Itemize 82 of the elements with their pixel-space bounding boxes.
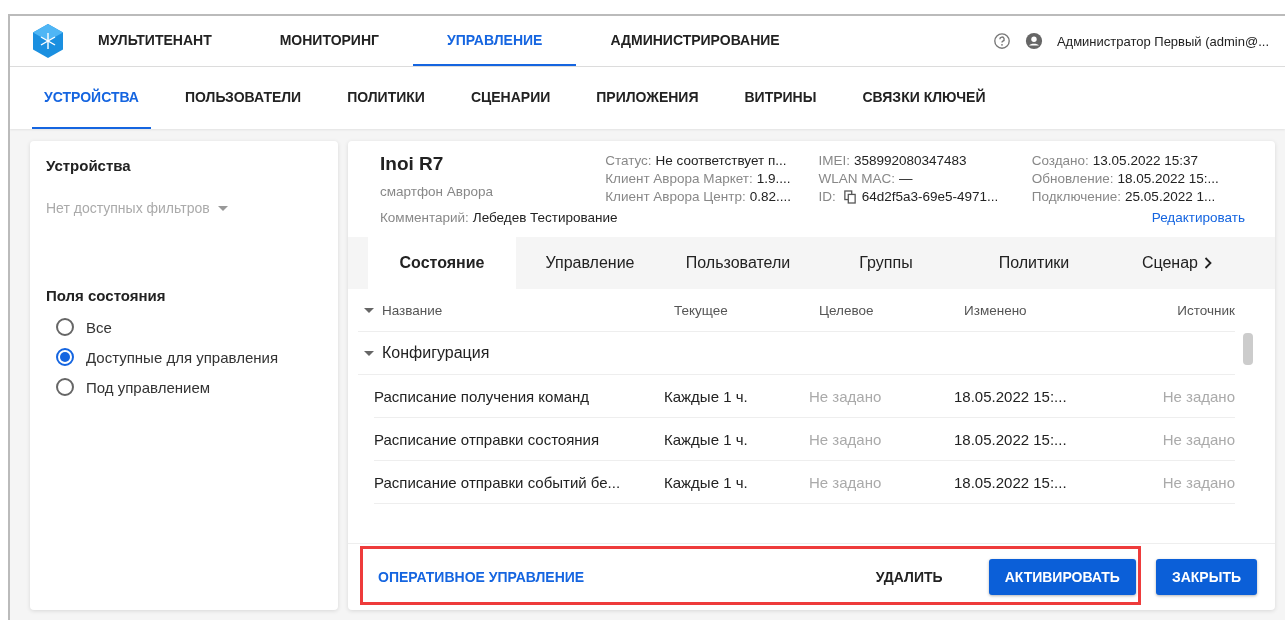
table-cell-text: Не задано [809, 430, 883, 448]
radio-label: Под управлением [86, 378, 211, 396]
section-tab[interactable]: ВИТРИНЫ [732, 67, 829, 129]
sidebar-title: Устройства [46, 157, 132, 174]
group-name: Конфигурация [382, 344, 490, 362]
caret-icon [217, 205, 228, 211]
section-tab[interactable]: СЦЕНАРИИ [458, 67, 563, 129]
device-type: смартфон Аврора [380, 184, 494, 199]
table-cell-text: 18.05.2022 15:... [954, 430, 1068, 448]
field-value: 25.05.2022 1... [1125, 189, 1216, 204]
quick-control-link[interactable]: ОПЕРАТИВНОЕ УПРАВЛЕНИЕ [378, 569, 585, 585]
column-header[interactable]: Изменено [964, 302, 1164, 318]
field-label: Клиент Аврора Маркет: [605, 171, 753, 186]
table-cell-text: Каждые 1 ч. [664, 387, 749, 405]
column-header[interactable]: Название [358, 302, 674, 318]
field-label: Комментарий: [380, 210, 469, 225]
field-label: Статус: [605, 153, 652, 168]
caret-icon [364, 307, 374, 313]
field-label: IMEI: [818, 153, 850, 168]
field-value: 18.05.2022 15:... [1117, 171, 1219, 186]
field-value: 1.9.... [756, 171, 791, 186]
top-nav-tab[interactable]: МОНИТОРИНГ [245, 16, 413, 66]
action-button[interactable]: ЗАКРЫТЬ [1155, 559, 1257, 595]
field-value: Лебедев Тестирование [472, 210, 618, 225]
field-value: 64d2f5a3-69e5-4971... [861, 189, 999, 204]
help-icon[interactable] [992, 32, 1011, 50]
section-tab[interactable]: ПОЛЬЗОВАТЕЛИ [172, 67, 314, 129]
tab[interactable]: Пользователи [664, 237, 812, 289]
field-value: 0.82.... [749, 189, 791, 204]
field-label: Клиент Аврора Центр: [605, 189, 746, 204]
radio-button[interactable] [56, 378, 74, 396]
copy-icon[interactable] [843, 189, 856, 204]
device-name: Inoi R7 [380, 153, 445, 175]
field-value: 358992080347483 [853, 153, 967, 168]
table-cell-text: Не задано [1161, 473, 1235, 491]
field-value: — [898, 171, 913, 186]
table-cell-text: Каждые 1 ч. [664, 473, 749, 491]
field-label: Создано: [1031, 153, 1089, 168]
logo-icon [30, 23, 66, 59]
field-label: Обновление: [1031, 171, 1114, 186]
table-cell-text: Расписание отправки состояния [374, 430, 601, 448]
radio-label: Доступные для управления [86, 348, 278, 366]
table-cell-text: Не задано [1161, 387, 1235, 405]
field-label: ID: [818, 189, 836, 204]
tab[interactable]: Сценар [1108, 237, 1198, 289]
section-tab[interactable]: УСТРОЙСТВА [32, 67, 151, 129]
user-name[interactable]: Администратор Первый (admin@... [1056, 33, 1269, 49]
column-header[interactable]: Источник [1164, 302, 1235, 318]
edit-link[interactable]: Редактировать [1151, 210, 1245, 225]
table-cell-text: Каждые 1 ч. [664, 430, 749, 448]
action-button[interactable]: АКТИВИРОВАТЬ [988, 559, 1136, 595]
table-cell-text: 18.05.2022 15:... [954, 473, 1068, 491]
table-cell-text: Не задано [1161, 430, 1235, 448]
tab[interactable]: Политики [960, 237, 1108, 289]
table-cell-text: Расписание отправки событий бе... [374, 473, 622, 491]
field-value: 13.05.2022 15:37 [1092, 153, 1198, 168]
radio-button[interactable] [56, 318, 74, 336]
table-cell-text: Не задано [809, 473, 883, 491]
top-nav-tab[interactable]: АДМИНИСТРИРОВАНИЕ [576, 16, 814, 66]
scrollbar-thumb[interactable] [1243, 333, 1253, 365]
tab[interactable]: Состояние [368, 237, 516, 289]
radio-button[interactable] [56, 348, 74, 366]
field-value: Не соответствует п... [655, 153, 787, 168]
section-title: Поля состояния [46, 287, 167, 304]
action-button[interactable]: УДАЛИТЬ [859, 559, 959, 595]
tab[interactable]: Управление [516, 237, 664, 289]
field-label: Подключение: [1031, 189, 1122, 204]
column-header[interactable]: Целевое [819, 302, 964, 318]
section-tab[interactable]: ПРИЛОЖЕНИЯ [584, 67, 711, 129]
tab[interactable]: Группы [812, 237, 960, 289]
section-tab[interactable]: ПОЛИТИКИ [335, 67, 437, 129]
user-avatar-icon[interactable] [1024, 32, 1043, 50]
chevron-right-icon[interactable] [1204, 257, 1212, 269]
column-header[interactable]: Текущее [674, 302, 819, 318]
field-label: WLAN MAC: [818, 171, 895, 186]
table-cell-text: Расписание получения команд [374, 387, 591, 405]
section-tab[interactable]: СВЯЗКИ КЛЮЧЕЙ [850, 67, 998, 129]
table-cell-text: 18.05.2022 15:... [954, 387, 1068, 405]
top-nav-tab[interactable]: МУЛЬТИТЕНАНТ [98, 16, 246, 66]
table-cell-text: Не задано [809, 387, 883, 405]
caret-icon[interactable] [364, 350, 374, 356]
radio-label: Все [86, 318, 112, 336]
